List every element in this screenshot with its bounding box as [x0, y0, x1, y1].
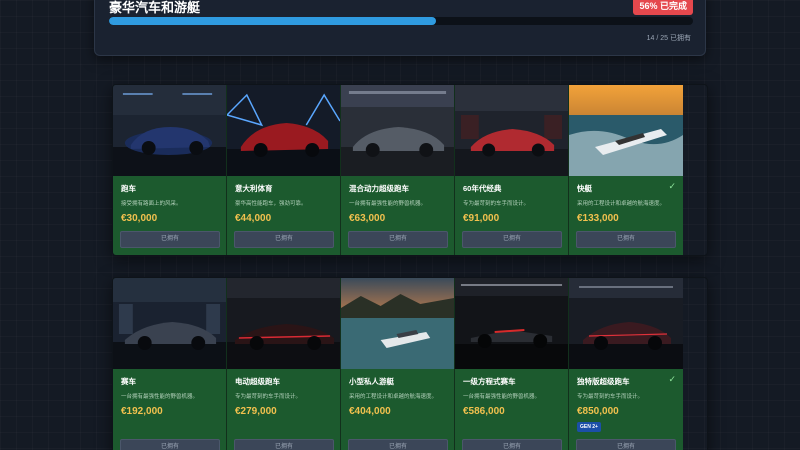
item-price: €192,000 [121, 406, 163, 417]
item-card[interactable]: 混合动力超级跑车 一台拥有最强性能的野兽机器。 €63,000 已拥有 [341, 85, 455, 255]
classic-60s-car-image [455, 85, 568, 176]
owned-button[interactable]: 已拥有 [576, 231, 676, 248]
owned-button[interactable]: 已拥有 [120, 439, 220, 450]
owned-count: 14 / 25 已拥有 [646, 35, 691, 42]
owned-button[interactable]: 已拥有 [462, 439, 562, 450]
item-card[interactable]: 意大利体育 豪华高性能跑车，强劲可靠。 €44,000 已拥有 [227, 85, 341, 255]
item-card[interactable]: 小型私人游艇 采用的工程设计和卓越的航海速度。 €404,000 已拥有 [341, 278, 455, 450]
item-price: €404,000 [349, 406, 391, 417]
owned-button[interactable]: 已拥有 [348, 439, 448, 450]
item-card[interactable]: 独特版超级跑车 ✓ 专为最苛刻的车手而设计。 €850,000 GEN 2+ 已… [569, 278, 683, 450]
speedboat-image [569, 85, 683, 176]
electric-supercar-image [227, 278, 340, 369]
owned-button[interactable]: 已拥有 [234, 231, 334, 248]
item-name: 跑车 [121, 184, 136, 193]
sports-car-image [113, 85, 226, 176]
item-name: 意大利体育 [235, 184, 273, 193]
item-name: 混合动力超级跑车 [349, 184, 409, 193]
item-description: 接受拥有路面上的风采。 [121, 201, 182, 207]
collection-header: 豪华汽车和游艇 56% 已完成 14 / 25 已拥有 [94, 0, 706, 56]
item-card[interactable]: 跑车 接受拥有路面上的风采。 €30,000 已拥有 [113, 85, 227, 255]
owned-check-icon: ✓ [668, 374, 676, 384]
owned-button[interactable]: 已拥有 [462, 231, 562, 248]
progress-fill [109, 17, 437, 25]
item-description: 专为最苛刻的车手而设计。 [577, 394, 644, 400]
item-name: 快艇 [577, 184, 592, 193]
item-description: 一台拥有最强性能的野兽机器。 [463, 394, 541, 400]
item-name: 赛车 [121, 377, 136, 386]
item-name: 独特版超级跑车 [577, 377, 630, 386]
item-description: 专为最苛刻的车手而设计。 [463, 201, 530, 207]
item-price: €279,000 [235, 406, 277, 417]
item-description: 采用的工程设计和卓越的航海速度。 [349, 394, 438, 400]
item-description: 采用的工程设计和卓越的航海速度。 [577, 201, 666, 207]
progress-bar [109, 17, 693, 25]
item-description: 一台拥有最强性能的野兽机器。 [349, 201, 427, 207]
item-price: €44,000 [235, 213, 272, 224]
completion-badge: 56% 已完成 [633, 0, 693, 15]
item-name: 电动超级跑车 [235, 377, 280, 386]
item-card[interactable]: 快艇 ✓ 采用的工程设计和卓越的航海速度。 €133,000 已拥有 [569, 85, 683, 255]
item-price: €91,000 [463, 213, 500, 224]
item-card[interactable]: 一级方程式赛车 一台拥有最强性能的野兽机器。 €586,000 已拥有 [455, 278, 569, 450]
item-description: 一台拥有最强性能的野兽机器。 [121, 394, 199, 400]
collection-title: 豪华汽车和游艇 [109, 0, 201, 15]
item-price: €133,000 [577, 213, 619, 224]
item-price: €586,000 [463, 406, 505, 417]
item-name: 60年代经典 [463, 184, 502, 193]
item-price: €30,000 [121, 213, 158, 224]
item-name: 小型私人游艇 [349, 377, 394, 386]
item-name: 一级方程式赛车 [463, 377, 516, 386]
small-private-yacht-image [341, 278, 454, 369]
owned-button[interactable]: 已拥有 [120, 231, 220, 248]
item-description: 专为最苛刻的车手而设计。 [235, 394, 302, 400]
unique-edition-supercar-image [569, 278, 683, 369]
item-price: €850,000 [577, 406, 619, 417]
item-description: 豪华高性能跑车，强劲可靠。 [235, 201, 307, 207]
formula-one-car-image [455, 278, 568, 369]
item-card[interactable]: 赛车 一台拥有最强性能的野兽机器。 €192,000 已拥有 [113, 278, 227, 450]
owned-button[interactable]: 已拥有 [348, 231, 448, 248]
item-price: €63,000 [349, 213, 386, 224]
owned-button[interactable]: 已拥有 [234, 439, 334, 450]
hybrid-supercar-image [341, 85, 454, 176]
owned-check-icon: ✓ [668, 181, 676, 191]
items-row-2: 赛车 一台拥有最强性能的野兽机器。 €192,000 已拥有 电动超级跑车 专为… [112, 277, 708, 450]
items-row-1: 跑车 接受拥有路面上的风采。 €30,000 已拥有 意大利体育 豪华高性能跑车… [112, 84, 708, 256]
item-card[interactable]: 电动超级跑车 专为最苛刻的车手而设计。 €279,000 已拥有 [227, 278, 341, 450]
item-card[interactable]: 60年代经典 专为最苛刻的车手而设计。 €91,000 已拥有 [455, 85, 569, 255]
gen-badge: GEN 2+ [577, 422, 601, 432]
owned-button[interactable]: 已拥有 [576, 439, 676, 450]
race-car-image [113, 278, 226, 369]
italian-sports-car-image [227, 85, 340, 176]
